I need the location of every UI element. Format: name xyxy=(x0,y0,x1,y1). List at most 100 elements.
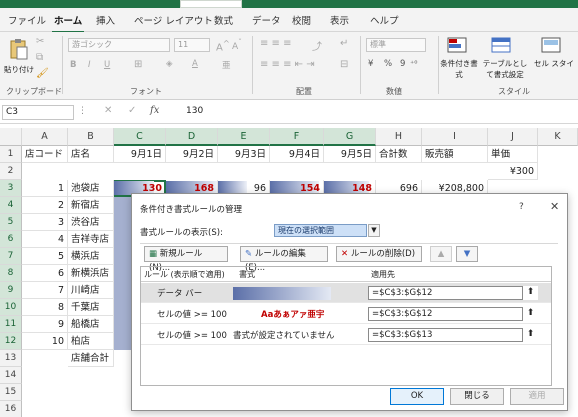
cell[interactable]: 販売額 xyxy=(422,146,488,163)
column-header[interactable]: I xyxy=(422,128,488,146)
column-header[interactable]: K xyxy=(538,128,578,146)
row-header[interactable]: 15 xyxy=(0,384,22,401)
cell[interactable]: 店舗合計 xyxy=(68,350,114,367)
new-rule-button[interactable]: ▦ 新規ルール(N)... xyxy=(144,246,228,273)
font-name-combo[interactable]: 游ゴシック xyxy=(68,38,170,52)
table-format-label[interactable]: テーブルとして書式設定 xyxy=(482,58,528,80)
cell[interactable]: 池袋店 xyxy=(68,180,114,197)
orientation-icon[interactable]: ⤴ xyxy=(312,38,322,53)
comma-icon[interactable]: 9 xyxy=(400,59,405,69)
table-format-icon[interactable] xyxy=(490,36,514,56)
row-header[interactable]: 2 xyxy=(0,163,22,180)
move-up-button[interactable]: ▲ xyxy=(430,246,452,262)
cell[interactable]: 3 xyxy=(22,214,68,231)
search-box[interactable] xyxy=(180,0,242,8)
enter-icon[interactable]: ✓ xyxy=(128,105,136,116)
column-header[interactable]: G xyxy=(324,128,376,146)
tab-file[interactable]: ファイル xyxy=(8,13,46,27)
paste-label[interactable]: 貼り付け xyxy=(4,64,34,75)
align-left-icon[interactable]: ≡ ≡ ≡ ⇤ ⇥ xyxy=(260,59,315,70)
tab-insert[interactable]: 挿入 xyxy=(96,13,115,27)
row-header[interactable]: 3 xyxy=(0,180,22,197)
apply-button[interactable]: 適用 xyxy=(510,388,564,405)
shrink-font-icon[interactable]: Aˇ xyxy=(232,38,242,52)
cell[interactable]: 6 xyxy=(22,265,68,282)
grow-font-icon[interactable]: A^ xyxy=(216,38,230,53)
show-rules-select[interactable]: 現在の選択範囲 xyxy=(274,224,367,237)
cell[interactable]: 8 xyxy=(22,299,68,316)
rule-row[interactable]: セルの値 >= 100 書式が設定されていません =$C$3:$G$13 ⬆ xyxy=(141,325,551,345)
cell[interactable]: 川崎店 xyxy=(68,282,114,299)
border-icon[interactable]: ⊞ xyxy=(134,59,142,70)
number-format-combo[interactable]: 標準 xyxy=(366,38,426,52)
name-box-dropdown-icon[interactable]: ⋮ xyxy=(78,106,87,116)
insert-function-icon[interactable]: fx xyxy=(150,105,159,116)
column-header[interactable]: C xyxy=(114,128,166,146)
underline-icon[interactable]: U xyxy=(104,60,110,70)
cell[interactable]: 9月3日 xyxy=(218,146,270,163)
fill-color-icon[interactable]: ◈ xyxy=(166,59,173,69)
row-header[interactable]: 10 xyxy=(0,299,22,316)
cancel-icon[interactable]: ✕ xyxy=(104,105,112,116)
font-size-combo[interactable]: 11 xyxy=(174,38,210,52)
percent-icon[interactable]: % xyxy=(384,59,392,69)
currency-icon[interactable]: ¥ xyxy=(368,59,373,69)
column-header[interactable]: A xyxy=(22,128,68,146)
row-header[interactable]: 7 xyxy=(0,248,22,265)
wrap-text-icon[interactable]: ↵ xyxy=(340,38,348,49)
column-header[interactable]: B xyxy=(68,128,114,146)
row-header[interactable]: 14 xyxy=(0,367,22,384)
formula-input[interactable]: 130 xyxy=(186,106,203,116)
cell[interactable]: 9月4日 xyxy=(270,146,324,163)
cell-style-icon[interactable] xyxy=(540,36,564,56)
rule-row[interactable]: データ バー =$C$3:$G$12 ⬆ xyxy=(141,283,551,303)
move-down-button[interactable]: ▼ xyxy=(456,246,478,262)
conditional-format-label[interactable]: 条件付き書式 xyxy=(440,58,478,80)
range-select-icon[interactable]: ⬆ xyxy=(522,307,538,321)
close-button[interactable]: 閉じる xyxy=(450,388,504,405)
italic-icon[interactable]: I xyxy=(88,60,91,70)
cell[interactable]: 1 xyxy=(22,180,68,197)
cell[interactable]: 9月5日 xyxy=(324,146,376,163)
name-box[interactable]: C3 xyxy=(2,105,74,120)
cell[interactable]: 9月1日 xyxy=(114,146,166,163)
cell[interactable]: 船橋店 xyxy=(68,316,114,333)
tab-data[interactable]: データ xyxy=(252,13,281,27)
row-header[interactable]: 6 xyxy=(0,231,22,248)
cell[interactable]: 店コード xyxy=(22,146,68,163)
column-header[interactable]: J xyxy=(488,128,538,146)
row-header[interactable]: 16 xyxy=(0,401,22,417)
tab-review[interactable]: 校閲 xyxy=(292,13,311,27)
font-color-icon[interactable]: A xyxy=(192,59,198,69)
cell[interactable]: 2 xyxy=(22,197,68,214)
range-select-icon[interactable]: ⬆ xyxy=(522,286,538,300)
column-header[interactable]: H xyxy=(376,128,422,146)
row-header[interactable]: 8 xyxy=(0,265,22,282)
tab-formulas[interactable]: 数式 xyxy=(214,13,233,27)
column-header[interactable]: E xyxy=(218,128,270,146)
applies-to-input[interactable]: =$C$3:$G$12 xyxy=(368,307,538,321)
chevron-down-icon[interactable]: ▼ xyxy=(368,224,380,237)
rule-row[interactable]: セルの値 >= 100 Aaあぁアァ亜宇 =$C$3:$G$12 ⬆ xyxy=(141,304,551,324)
cell[interactable]: 店名 xyxy=(68,146,114,163)
cell[interactable]: 9 xyxy=(22,316,68,333)
row-header[interactable]: 11 xyxy=(0,316,22,333)
tab-page-layout[interactable]: ページ レイアウト xyxy=(134,13,213,27)
cell-style-label[interactable]: セル スタイル xyxy=(534,58,574,69)
cell[interactable]: 横浜店 xyxy=(68,248,114,265)
copy-icon[interactable]: ⧉ xyxy=(36,52,43,63)
ok-button[interactable]: OK xyxy=(390,388,444,405)
close-icon[interactable]: ✕ xyxy=(550,200,559,213)
range-select-icon[interactable]: ⬆ xyxy=(522,328,538,342)
paste-icon[interactable] xyxy=(8,38,30,60)
cell[interactable]: 千葉店 xyxy=(68,299,114,316)
help-icon[interactable]: ? xyxy=(519,202,524,212)
cell[interactable]: 合計数 xyxy=(376,146,422,163)
row-header[interactable]: 9 xyxy=(0,282,22,299)
row-header[interactable]: 4 xyxy=(0,197,22,214)
applies-to-input[interactable]: =$C$3:$G$13 xyxy=(368,328,538,342)
align-top-icon[interactable]: ≡ ≡ ≡ xyxy=(260,38,292,49)
select-all-corner[interactable] xyxy=(0,128,22,146)
cell[interactable]: 7 xyxy=(22,282,68,299)
increase-decimal-icon[interactable]: ⁺⁰ xyxy=(410,59,417,68)
